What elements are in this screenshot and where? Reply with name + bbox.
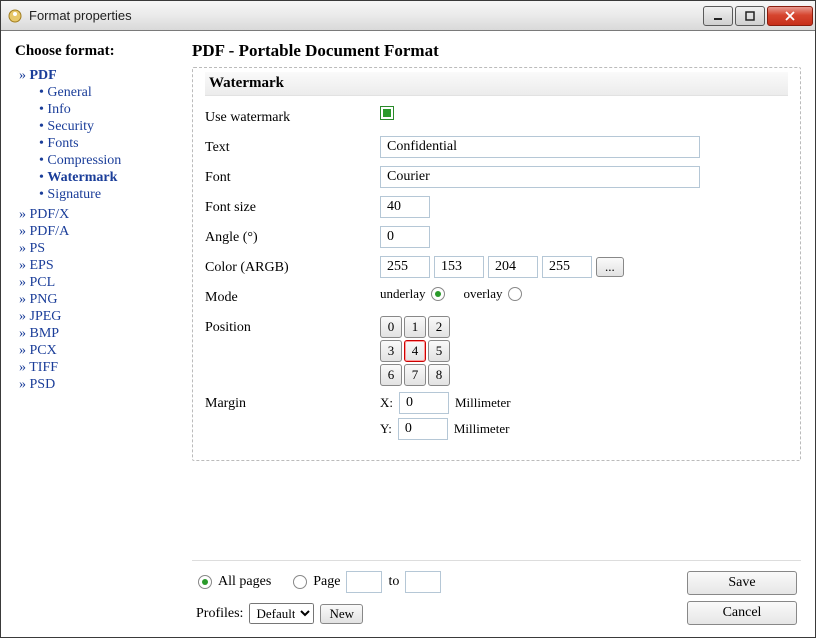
mode-overlay-radio[interactable] [508,287,522,301]
color-r-input[interactable] [434,256,484,278]
sidebar-subitem-compression[interactable]: Compression [39,153,178,169]
page-label: Page [313,574,340,590]
format-list: PDFGeneralInfoSecurityFontsCompressionWa… [15,68,178,393]
position-6-button[interactable]: 6 [380,364,402,386]
sidebar-item-pdfx[interactable]: PDF/X [19,207,178,223]
sidebar-item-ps[interactable]: PS [19,241,178,257]
sidebar-item-tiff[interactable]: TIFF [19,360,178,376]
margin-y-label: Y: [380,421,392,437]
window-title: Format properties [29,8,695,23]
angle-input[interactable] [380,226,430,248]
titlebar: Format properties [1,1,815,31]
position-0-button[interactable]: 0 [380,316,402,338]
position-5-button[interactable]: 5 [428,340,450,362]
label-use-watermark: Use watermark [205,106,380,126]
margin-x-unit: Millimeter [455,395,511,411]
font-size-input[interactable] [380,196,430,218]
sidebar-subitem-general[interactable]: General [39,85,178,101]
sidebar-item-bmp[interactable]: BMP [19,326,178,342]
margin-x-label: X: [380,395,393,411]
label-font-size: Font size [205,196,380,216]
maximize-button[interactable] [735,6,765,26]
position-8-button[interactable]: 8 [428,364,450,386]
all-pages-label: All pages [218,574,271,590]
sidebar-subitem-security[interactable]: Security [39,119,178,135]
label-font: Font [205,166,380,186]
watermark-panel: Watermark Use watermark Text Font [192,67,801,461]
font-input[interactable] [380,166,700,188]
mode-underlay-label: underlay [380,286,425,302]
panel-title: Watermark [205,72,788,96]
new-profile-button[interactable]: New [320,604,363,624]
profiles-label: Profiles: [196,606,243,622]
bottom-bar: All pages Page to Profiles: Default Ne [192,560,801,631]
sidebar: Choose format: PDFGeneralInfoSecurityFon… [7,37,182,631]
margin-x-input[interactable] [399,392,449,414]
label-text: Text [205,136,380,156]
label-color: Color (ARGB) [205,256,380,276]
window: Format properties Choose format: PDFGene… [0,0,816,638]
app-icon [7,8,23,24]
position-2-button[interactable]: 2 [428,316,450,338]
label-margin: Margin [205,392,380,412]
color-g-input[interactable] [488,256,538,278]
sidebar-heading: Choose format: [15,43,178,60]
position-3-button[interactable]: 3 [380,340,402,362]
position-1-button[interactable]: 1 [404,316,426,338]
close-button[interactable] [767,6,813,26]
profile-select[interactable]: Default [249,603,314,624]
mode-underlay-radio[interactable] [431,287,445,301]
content-area: Choose format: PDFGeneralInfoSecurityFon… [1,31,815,637]
position-7-button[interactable]: 7 [404,364,426,386]
color-b-input[interactable] [542,256,592,278]
color-more-button[interactable]: ... [596,257,624,277]
sidebar-item-eps[interactable]: EPS [19,258,178,274]
mode-overlay-label: overlay [463,286,502,302]
position-4-button[interactable]: 4 [404,340,426,362]
label-angle: Angle (°) [205,226,380,246]
sidebar-item-pcx[interactable]: PCX [19,343,178,359]
color-a-input[interactable] [380,256,430,278]
sidebar-item-png[interactable]: PNG [19,292,178,308]
position-grid: 012 345 678 [380,316,450,386]
text-input[interactable] [380,136,700,158]
page-to-input[interactable] [405,571,441,593]
sidebar-item-pcl[interactable]: PCL [19,275,178,291]
main-panel: PDF - Portable Document Format Watermark… [182,37,809,631]
margin-y-unit: Millimeter [454,421,510,437]
sidebar-item-jpeg[interactable]: JPEG [19,309,178,325]
sidebar-item-pdf[interactable]: PDF [19,68,178,84]
page-title: PDF - Portable Document Format [192,41,801,61]
sidebar-subitem-fonts[interactable]: Fonts [39,136,178,152]
sidebar-subitem-watermark[interactable]: Watermark [39,170,178,186]
label-mode: Mode [205,286,380,306]
sidebar-item-psd[interactable]: PSD [19,377,178,393]
to-label: to [388,574,399,590]
sidebar-subitem-signature[interactable]: Signature [39,187,178,203]
label-position: Position [205,316,380,336]
margin-y-input[interactable] [398,418,448,440]
page-range-radio[interactable] [293,575,307,589]
save-button[interactable]: Save [687,571,797,595]
sidebar-item-pdfa[interactable]: PDF/A [19,224,178,240]
page-from-input[interactable] [346,571,382,593]
all-pages-radio[interactable] [198,575,212,589]
minimize-button[interactable] [703,6,733,26]
cancel-button[interactable]: Cancel [687,601,797,625]
sidebar-subitem-info[interactable]: Info [39,102,178,118]
use-watermark-checkbox[interactable] [380,106,394,120]
